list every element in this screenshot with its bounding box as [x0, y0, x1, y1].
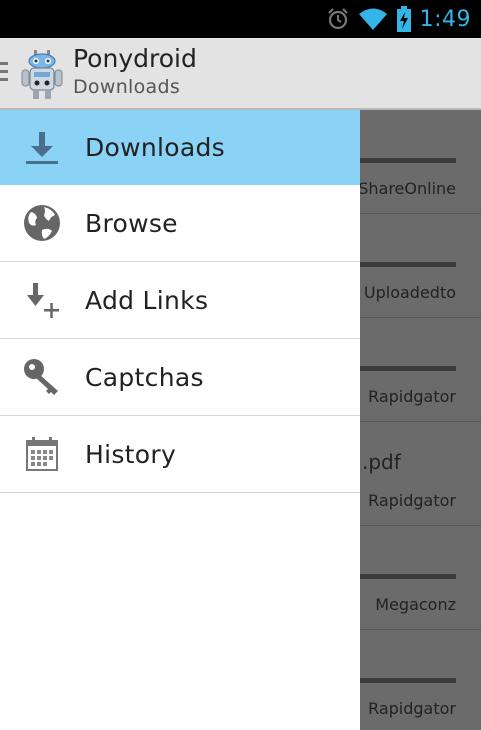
drawer-item-label: Add Links — [85, 285, 209, 315]
app-subtitle: Downloads — [73, 76, 181, 98]
host-label: ShareOnline — [358, 179, 456, 198]
clock-time: 1:49 — [419, 6, 471, 32]
drawer-item-label: History — [85, 439, 177, 469]
navigation-drawer: Downloads Browse Add Links Captchas Hist… — [0, 110, 360, 730]
status-bar: 1:49 — [0, 0, 481, 38]
drawer-item-label: Captchas — [85, 362, 204, 392]
alarm-icon — [327, 8, 348, 30]
status-icons: 1:49 — [326, 0, 471, 38]
host-label: Rapidgator — [368, 491, 456, 510]
drawer-item-downloads[interactable]: Downloads — [0, 110, 360, 185]
drawer-item-label: Downloads — [85, 133, 225, 162]
drawer-item-history[interactable]: History — [0, 416, 360, 493]
drawer-item-captchas[interactable]: Captchas — [0, 339, 360, 416]
app-title: Ponydroid — [73, 44, 197, 73]
drawer-item-label: Browse — [85, 208, 178, 238]
calendar-icon — [22, 434, 62, 474]
globe-icon — [22, 203, 62, 243]
drawer-indicator-icon[interactable] — [0, 62, 8, 86]
host-label: Rapidgator — [368, 387, 456, 406]
download-icon — [22, 128, 62, 168]
action-bar[interactable]: Ponydroid Downloads — [0, 38, 481, 110]
robot-logo-icon[interactable] — [20, 50, 64, 100]
host-label: Uploadedto — [363, 283, 456, 302]
host-label: Rapidgator — [368, 699, 456, 718]
host-label: Megaconz — [375, 595, 456, 614]
key-icon — [22, 357, 62, 397]
battery-charging-icon — [396, 6, 411, 32]
drawer-item-add-links[interactable]: Add Links — [0, 262, 360, 339]
drawer-item-browse[interactable]: Browse — [0, 185, 360, 262]
file-name: .pdf — [362, 450, 401, 474]
add-links-icon — [22, 280, 62, 320]
wifi-icon — [358, 8, 387, 30]
